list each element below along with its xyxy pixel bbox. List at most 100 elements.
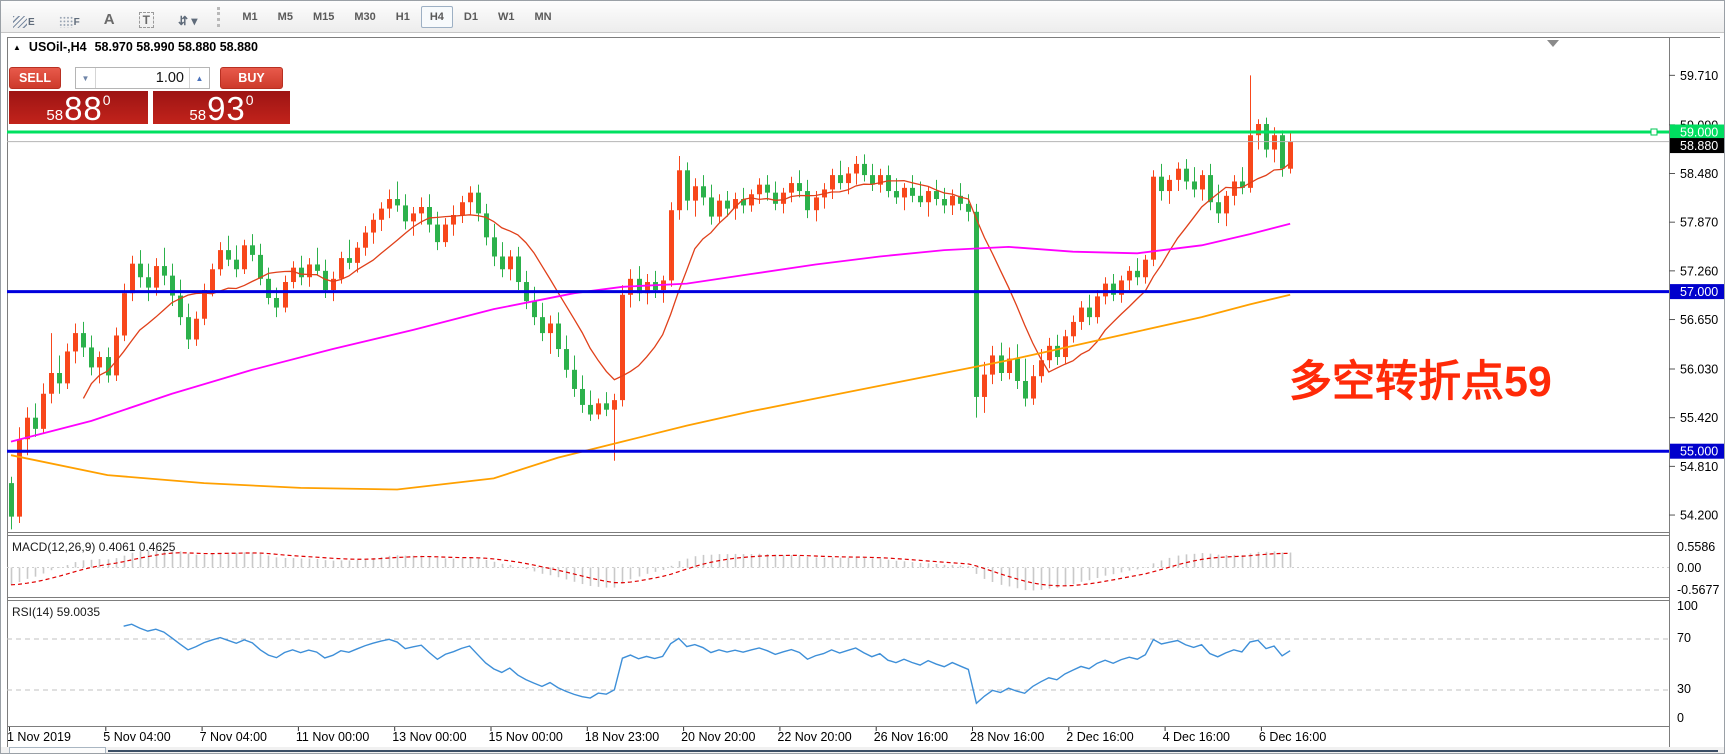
price-tick-label: 56.650: [1680, 313, 1718, 327]
timeframe-button-H1[interactable]: H1: [387, 6, 419, 28]
price-tick-label: 58.480: [1680, 167, 1718, 181]
volume-increase-icon[interactable]: ▲: [189, 68, 209, 88]
scrollbar-thumb[interactable]: [9, 747, 106, 754]
arrange-windows-icon[interactable]: ⇵ ▾: [174, 4, 201, 30]
time-axis-label: 26 Nov 16:00: [874, 730, 948, 744]
candlestick-series: [9, 75, 1293, 529]
rsi-line: [124, 624, 1291, 703]
trade-prices-row: 58 88 0 58 93 0: [9, 91, 290, 124]
rsi-name: RSI(14): [12, 605, 53, 619]
volume-input[interactable]: [95, 68, 189, 88]
price-tick-label: 54.810: [1680, 460, 1718, 474]
macd-pane: [7, 549, 1669, 590]
text-box-icon[interactable]: T: [135, 4, 158, 30]
indicator-list-icon-pattern: [13, 16, 27, 28]
time-axis-label: 4 Dec 16:00: [1163, 730, 1230, 744]
sell-price-display[interactable]: 58 88 0: [9, 91, 148, 124]
time-axis-label: 20 Nov 20:00: [681, 730, 755, 744]
rsi-pane: [7, 624, 1669, 703]
time-axis-label: 11 Nov 00:00: [296, 730, 369, 744]
macd-signal-value: 0.4625: [139, 540, 176, 554]
macd-axis-label: 0.5586: [1677, 540, 1715, 554]
time-axis-label: 13 Nov 00:00: [392, 730, 466, 744]
chart-shift-marker-icon: [1547, 40, 1559, 47]
timeframe-button-M5[interactable]: M5: [269, 6, 302, 28]
time-axis-label: 1 Nov 2019: [7, 730, 71, 744]
rsi-label: RSI(14) 59.0035: [12, 605, 100, 619]
timeframe-button-M1[interactable]: M1: [233, 6, 266, 28]
grid-icon[interactable]: F: [55, 4, 84, 30]
symbol-period-label: USOil-,H4: [29, 40, 87, 54]
sell-price-big: 88: [64, 94, 103, 123]
chart-window: 59.71059.09058.48057.87057.26056.65056.0…: [1, 33, 1725, 754]
chart-annotation-text[interactable]: 多空转折点59: [1289, 347, 1552, 409]
buy-button[interactable]: BUY: [220, 67, 283, 89]
volume-stepper: ▼ ▲: [75, 67, 210, 89]
ma-slow-orange: [11, 295, 1290, 490]
toolbar-tools: EFAT ⇵ ▾: [9, 4, 201, 30]
price-tag-label: 55.000: [1680, 445, 1718, 459]
one-click-trading-panel: SELL ▼ ▲ BUY 58 88 0 58 93 0: [9, 67, 290, 124]
price-axis[interactable]: 59.71059.09058.48057.87057.26056.65056.0…: [1669, 69, 1725, 523]
horizontal-scrollbar: [1, 747, 1725, 754]
price-tag-label: 58.880: [1680, 139, 1718, 153]
macd-label: MACD(12,26,9) 0.4061 0.4625: [12, 540, 175, 554]
time-axis[interactable]: 1 Nov 2019 5 Nov 04:00 7 Nov 04:00 11 Nov 0…: [7, 727, 1326, 744]
rsi-axis-label: 0: [1677, 711, 1684, 725]
price-tick-label: 57.260: [1680, 264, 1718, 278]
macd-main-value: 0.4061: [99, 540, 136, 554]
time-axis-label: 28 Nov 16:00: [970, 730, 1044, 744]
toolbar: EFAT ⇵ ▾ M1M5M15M30H1H4D1W1MN: [1, 1, 1724, 33]
macd-axis: 0.5586 0.00 -0.5677: [1677, 540, 1719, 597]
collapse-icon[interactable]: ▲: [13, 43, 21, 52]
price-tick-label: 55.420: [1680, 411, 1718, 425]
buy-price-sup: 0: [246, 93, 254, 107]
price-tag-label: 57.000: [1680, 285, 1718, 299]
rsi-value: 59.0035: [57, 605, 100, 619]
volume-decrease-icon[interactable]: ▼: [76, 68, 95, 88]
rsi-axis-label: 30: [1677, 682, 1691, 696]
time-axis-label: 18 Nov 23:00: [585, 730, 659, 744]
macd-name: MACD(12,26,9): [12, 540, 95, 554]
sell-button[interactable]: SELL: [9, 67, 61, 89]
quote-ohlc: 58.970 58.990 58.880 58.880: [95, 40, 258, 54]
timeframe-button-W1[interactable]: W1: [489, 6, 524, 28]
mt4-window: EFAT⇵ ▾ M1M5M15M30H1H4D1W1MN 59.71059.09…: [0, 0, 1725, 754]
rsi-axis-label: 100: [1677, 599, 1698, 613]
time-axis-label: 5 Nov 04:00: [103, 730, 170, 744]
buy-price-big: 93: [207, 94, 246, 123]
timeframe-button-D1[interactable]: D1: [455, 6, 487, 28]
timeframe-button-H4[interactable]: H4: [421, 6, 453, 28]
rsi-axis-label: 70: [1677, 631, 1691, 645]
price-tick-label: 59.710: [1680, 69, 1718, 83]
trade-buttons-row: SELL ▼ ▲ BUY: [9, 67, 290, 89]
price-tick-label: 54.200: [1680, 509, 1718, 523]
price-tick-label: 57.870: [1680, 216, 1718, 230]
time-axis-label: 6 Dec 16:00: [1259, 730, 1326, 744]
price-tick-label: 56.030: [1680, 363, 1718, 377]
timeframe-buttons: M1M5M15M30H1H4D1W1MN: [233, 6, 560, 28]
timeframe-button-M30[interactable]: M30: [345, 6, 384, 28]
text-label-icon[interactable]: A: [100, 4, 119, 30]
timeframe-button-M15[interactable]: M15: [304, 6, 343, 28]
grid-icon-pattern: [59, 16, 73, 28]
time-axis-label: 22 Nov 20:00: [777, 730, 851, 744]
macd-axis-label: 0.00: [1677, 561, 1701, 575]
time-axis-label: 2 Dec 16:00: [1066, 730, 1133, 744]
price-tag-label: 59.000: [1680, 126, 1718, 140]
macd-axis-label: -0.5677: [1677, 583, 1719, 597]
sell-price-small: 58: [46, 108, 63, 123]
level-line-handle: [1651, 129, 1657, 135]
sell-price-sup: 0: [103, 93, 111, 107]
rsi-axis: 100 70 30 0: [1677, 599, 1698, 725]
quote-bar: ▲ USOil-,H4 58.970 58.990 58.880 58.880: [13, 40, 258, 54]
indicator-list-icon[interactable]: E: [9, 4, 39, 30]
buy-price-display[interactable]: 58 93 0: [153, 91, 290, 124]
toolbar-separator: [217, 7, 225, 27]
time-axis-label: 7 Nov 04:00: [200, 730, 267, 744]
timeframe-button-MN[interactable]: MN: [525, 6, 560, 28]
ma-medium-magenta: [11, 224, 1290, 442]
buy-price-small: 58: [189, 108, 206, 123]
time-axis-label: 15 Nov 00:00: [489, 730, 563, 744]
scrollbar-track-line: [108, 750, 1718, 752]
